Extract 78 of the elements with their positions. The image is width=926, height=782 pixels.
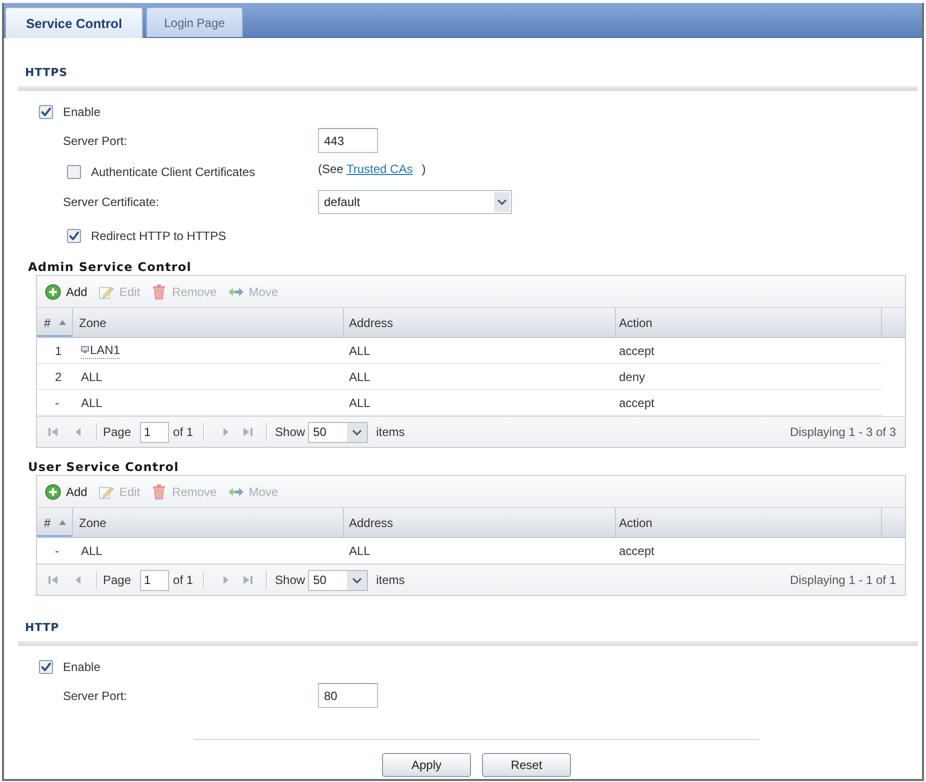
column-header[interactable]: Zone bbox=[73, 308, 344, 337]
table-cell: ALL bbox=[81, 370, 102, 384]
table-cell: accept bbox=[619, 544, 654, 558]
last-page-icon[interactable] bbox=[242, 426, 254, 438]
table-cell: accept bbox=[619, 344, 654, 358]
column-header[interactable]: Action bbox=[616, 308, 882, 337]
table-cell: ALL bbox=[349, 344, 370, 358]
tab[interactable]: Service Control bbox=[5, 7, 144, 38]
column-header[interactable]: Zone bbox=[73, 508, 344, 537]
trusted-cas-note: (See Trusted CAs ) bbox=[318, 162, 426, 176]
checkbox-label: Enable bbox=[63, 105, 100, 119]
reset-button[interactable]: Reset bbox=[482, 753, 571, 777]
display-summary: Displaying 1 - 3 of 3 bbox=[790, 425, 896, 439]
page-number-field[interactable]: 1 bbox=[140, 570, 170, 590]
checkbox[interactable] bbox=[67, 165, 81, 179]
server-port-field[interactable]: 443 bbox=[318, 128, 378, 153]
table-cell: - bbox=[55, 396, 59, 410]
last-page-icon[interactable] bbox=[242, 574, 254, 586]
column-header[interactable]: # bbox=[37, 308, 73, 337]
table-cell: ALL bbox=[81, 544, 102, 558]
table-cell: ALL bbox=[349, 544, 370, 558]
add-icon bbox=[45, 284, 61, 300]
column-header[interactable]: Action bbox=[616, 508, 882, 537]
page-label: Page bbox=[103, 573, 132, 587]
subsection-title: User Service Control bbox=[28, 460, 179, 475]
server-port-field[interactable]: 80 bbox=[318, 683, 378, 708]
server-port-label: Server Port: bbox=[63, 134, 128, 148]
checkbox[interactable] bbox=[39, 660, 53, 674]
table-cell: accept bbox=[619, 396, 654, 410]
section-title: HTTPS bbox=[25, 66, 68, 81]
checkbox-label: Redirect HTTP to HTTPS bbox=[91, 229, 226, 243]
table-cell: ALL bbox=[81, 396, 102, 410]
table-cell: 1 bbox=[55, 344, 62, 358]
sort-ascending-icon bbox=[58, 320, 66, 325]
trash-icon bbox=[151, 484, 168, 500]
column-header[interactable]: Address bbox=[344, 508, 616, 537]
page-size-select[interactable]: 50 bbox=[308, 570, 368, 590]
first-page-icon[interactable] bbox=[47, 426, 59, 438]
page-label: Page bbox=[103, 425, 132, 439]
table-cell: ALL bbox=[349, 396, 370, 410]
add-icon bbox=[45, 484, 61, 500]
checkbox[interactable] bbox=[67, 229, 81, 243]
zone-object-link[interactable]: LAN1 bbox=[81, 342, 120, 358]
column-header[interactable]: Address bbox=[344, 308, 616, 337]
display-summary: Displaying 1 - 1 of 1 bbox=[790, 573, 896, 587]
page-number-field[interactable]: 1 bbox=[140, 422, 170, 442]
table-cell: 2 bbox=[55, 370, 62, 384]
add-button[interactable]: Add bbox=[45, 482, 88, 502]
checkbox-label: Authenticate Client Certificates bbox=[91, 165, 256, 179]
table-cell: - bbox=[55, 544, 59, 558]
checkbox-label: Enable bbox=[63, 660, 100, 674]
server-certificate-label: Server Certificate: bbox=[63, 195, 160, 209]
trusted-cas-link[interactable]: Trusted CAs bbox=[346, 162, 413, 176]
section-title: HTTP bbox=[25, 621, 60, 636]
server-certificate-select[interactable]: default bbox=[318, 190, 512, 214]
first-page-icon[interactable] bbox=[47, 574, 59, 586]
column-header[interactable]: # bbox=[37, 508, 73, 537]
monitor-icon bbox=[81, 346, 89, 353]
tab[interactable]: Login Page bbox=[146, 7, 243, 37]
chevron-down-icon[interactable] bbox=[347, 570, 368, 590]
table-cell: deny bbox=[619, 370, 646, 384]
show-label: Show bbox=[275, 573, 306, 587]
apply-button[interactable]: Apply bbox=[382, 753, 471, 777]
items-label: items bbox=[376, 573, 405, 587]
items-label: items bbox=[376, 425, 405, 439]
subsection-title: Admin Service Control bbox=[28, 260, 192, 275]
add-button[interactable]: Add bbox=[45, 282, 88, 302]
chevron-down-icon[interactable] bbox=[347, 422, 368, 442]
checkbox[interactable] bbox=[39, 105, 53, 119]
server-port-label: Server Port: bbox=[63, 688, 128, 702]
table-cell: ALL bbox=[349, 370, 370, 384]
page-count: of 1 bbox=[173, 573, 194, 587]
page-size-select[interactable]: 50 bbox=[308, 422, 368, 442]
sort-ascending-icon bbox=[58, 520, 66, 525]
chevron-down-icon[interactable] bbox=[494, 192, 510, 212]
page-count: of 1 bbox=[173, 425, 194, 439]
trash-icon bbox=[151, 284, 168, 300]
show-label: Show bbox=[275, 425, 306, 439]
